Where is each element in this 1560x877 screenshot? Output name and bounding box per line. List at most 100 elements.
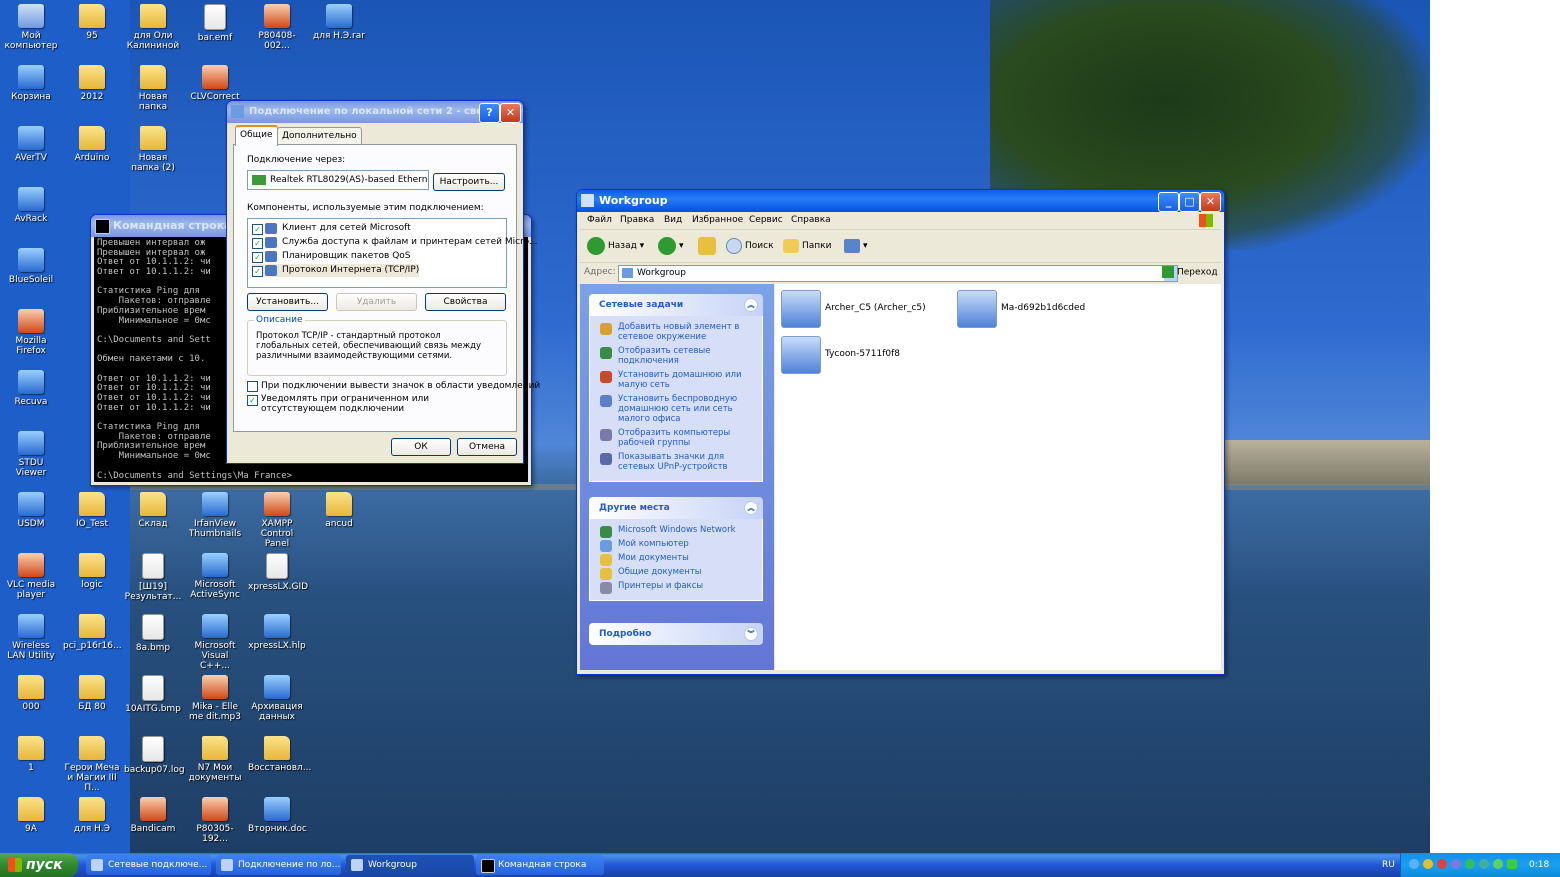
task-command-prompt[interactable]: Командная строка xyxy=(476,855,604,875)
desktop-icon[interactable]: pci_p16r16... xyxy=(63,612,122,651)
search-button[interactable]: Поиск xyxy=(726,236,774,256)
other-places-header[interactable]: Другие места ︽ xyxy=(589,497,763,519)
menu-favorites[interactable]: Избранное xyxy=(692,212,743,229)
desktop-icon[interactable]: БД 80 xyxy=(63,673,121,712)
menu-edit[interactable]: Правка xyxy=(620,212,654,229)
remove-button[interactable]: Удалить xyxy=(336,293,417,311)
component-checkbox[interactable]: ✓ xyxy=(252,224,263,235)
go-button[interactable]: Переход xyxy=(1162,266,1218,278)
network-tasks-header[interactable]: Сетевые задачи ︽ xyxy=(589,294,763,316)
component-item[interactable]: ✓ Планировщик пакетов QoS xyxy=(252,250,411,263)
task-connection-properties[interactable]: Подключение по ло... xyxy=(216,855,341,875)
collapse-chevron-icon[interactable]: ︽ xyxy=(744,298,758,312)
desktop-icon[interactable]: Герои Меча и Магии III П... xyxy=(63,734,121,793)
ok-button[interactable]: ОК xyxy=(391,438,451,456)
details-header[interactable]: Подробно ︾ xyxy=(589,623,763,645)
app-tray-icon[interactable] xyxy=(1451,859,1461,869)
network-task-link[interactable]: Добавить новый элемент в сетевое окружен… xyxy=(590,322,762,342)
minimize-button[interactable]: _ xyxy=(1158,192,1179,212)
tab-advanced[interactable]: Дополнительно xyxy=(277,127,362,144)
other-place-link[interactable]: Общие документы xyxy=(590,567,762,580)
desktop-icon[interactable]: Корзина xyxy=(2,63,60,102)
desktop-icon[interactable]: для Оли Калининой xyxy=(124,2,182,51)
desktop-icon[interactable]: Вторник.doc xyxy=(248,795,307,834)
address-field[interactable]: Workgroup ▾ xyxy=(618,265,1178,282)
network-task-link[interactable]: Отобразить компьютеры рабочей группы xyxy=(590,428,762,448)
desktop-icon[interactable]: xpressLX.GID xyxy=(248,551,308,592)
usb-tray-icon[interactable] xyxy=(1493,859,1503,869)
desktop-icon[interactable]: N7 Мои документы xyxy=(186,734,244,783)
menu-help[interactable]: Справка xyxy=(791,212,831,229)
desktop-icon[interactable]: Wireless LAN Utility xyxy=(2,612,60,661)
network-task-link[interactable]: Установить домашнюю или малую сеть xyxy=(590,370,762,390)
desktop-icon[interactable]: Bandicam xyxy=(124,795,182,834)
task-workgroup[interactable]: Workgroup xyxy=(346,855,474,875)
component-item[interactable]: ✓ Клиент для сетей Microsoft xyxy=(252,222,411,235)
tab-general[interactable]: Общие xyxy=(235,125,278,146)
back-button[interactable]: Назад ▾ xyxy=(587,236,644,256)
desktop-icon[interactable]: Мой компьютер xyxy=(2,2,60,51)
desktop-icon[interactable]: XAMPP Control Panel xyxy=(248,490,306,549)
desktop-icon[interactable]: Microsoft Visual C++... xyxy=(186,612,244,671)
network-task-link[interactable]: Показывать значки для сетевых UPnP-устро… xyxy=(590,452,762,472)
properties-dialog[interactable]: Подключение по локальной сети 2 - свойс.… xyxy=(226,100,540,464)
other-place-link[interactable]: Мои документы xyxy=(590,553,762,566)
explorer-close-button[interactable]: ✕ xyxy=(1200,192,1221,212)
desktop-icon[interactable]: VLC media player xyxy=(2,551,60,600)
workgroup-content[interactable]: Archer_C5 (Archer_c5) Ma-d692b1d6cded Ty… xyxy=(775,284,1221,670)
desktop-icon[interactable]: для Н.Э xyxy=(63,795,121,834)
clock[interactable]: 0:18 xyxy=(1529,853,1549,877)
desktop-icon[interactable]: Новая папка xyxy=(124,63,182,112)
expand-chevron-icon[interactable]: ︾ xyxy=(744,627,758,641)
menu-view[interactable]: Вид xyxy=(664,212,682,229)
component-checkbox[interactable]: ✓ xyxy=(252,238,263,249)
desktop-icon[interactable]: Mika - Elle me dit.mp3 xyxy=(186,673,244,722)
desktop-icon[interactable]: для Н.Э.rar xyxy=(310,2,368,41)
desktop-icon[interactable]: 000 xyxy=(2,673,60,712)
start-button[interactable]: пуск xyxy=(0,853,78,877)
desktop-icon[interactable]: 9A xyxy=(2,795,60,834)
task-network-connections[interactable]: Сетевые подключе... xyxy=(86,855,211,875)
desktop-icon[interactable]: xpressLX.hlp xyxy=(248,612,306,651)
desktop-icon[interactable]: Mozilla Firefox xyxy=(2,307,60,356)
desktop-icon[interactable]: ancud xyxy=(310,490,368,529)
folders-button[interactable]: Папки xyxy=(783,236,831,256)
desktop-icon[interactable]: Склад xyxy=(124,490,182,529)
battery-tray-icon[interactable] xyxy=(1507,859,1517,869)
language-indicator[interactable]: RU xyxy=(1382,853,1395,877)
desktop-icon[interactable]: 10AITG.bmp xyxy=(124,673,182,714)
bluetooth-tray-icon[interactable] xyxy=(1409,859,1419,869)
notify-checkbox[interactable]: ✓ xyxy=(247,395,258,406)
component-item[interactable]: ✓ Служба доступа к файлам и принтерам сет… xyxy=(252,236,538,249)
desktop-icon[interactable]: IrfanView Thumbnails xyxy=(186,490,244,539)
up-button[interactable] xyxy=(698,236,719,256)
desktop-icon[interactable]: Восстановл... xyxy=(248,734,311,773)
collapse-chevron-icon[interactable]: ︽ xyxy=(744,501,758,515)
desktop-icon[interactable]: Новая папка (2) xyxy=(124,124,182,173)
desktop-icon[interactable]: bar.emf xyxy=(186,2,244,43)
desktop-icon[interactable]: 1 xyxy=(2,734,60,773)
other-place-link[interactable]: Мой компьютер xyxy=(590,539,762,552)
desktop-icon[interactable]: AVerTV xyxy=(2,124,60,163)
desktop-icon[interactable]: P80305-192... xyxy=(186,795,244,844)
forward-button[interactable]: ▾ xyxy=(658,236,684,256)
views-button[interactable]: ▾ xyxy=(844,236,868,256)
other-place-link[interactable]: Принтеры и факсы xyxy=(590,581,762,594)
security-tray-icon[interactable] xyxy=(1423,859,1433,869)
desktop-icon[interactable]: CLVCorrect xyxy=(186,63,244,102)
desktop-icon[interactable]: AvRack xyxy=(2,185,60,224)
component-item[interactable]: ✓ Протокол Интернета (TCP/IP) xyxy=(252,264,420,277)
dialog-titlebar[interactable]: Подключение по локальной сети 2 - свойс.… xyxy=(227,101,523,123)
network-tray-icon[interactable] xyxy=(1465,859,1475,869)
desktop-icon[interactable]: BlueSoleil xyxy=(2,246,60,285)
components-list[interactable]: ✓ Клиент для сетей Microsoft ✓ Служба досту… xyxy=(247,218,538,288)
network-task-link[interactable]: Установить беспроводную домашнюю сеть ил… xyxy=(590,394,762,424)
component-checkbox[interactable]: ✓ xyxy=(252,252,263,263)
desktop-icon[interactable]: Arduino xyxy=(63,124,121,163)
component-checkbox[interactable]: ✓ xyxy=(252,266,263,277)
explorer-window[interactable]: Workgroup _ □ ✕ Файл Правка Вид Избранно… xyxy=(576,189,1225,675)
help-button[interactable]: ? xyxy=(479,103,500,123)
volume-tray-icon[interactable] xyxy=(1479,859,1489,869)
menu-file[interactable]: Файл xyxy=(587,212,612,229)
desktop-icon[interactable]: 2012 xyxy=(63,63,121,102)
